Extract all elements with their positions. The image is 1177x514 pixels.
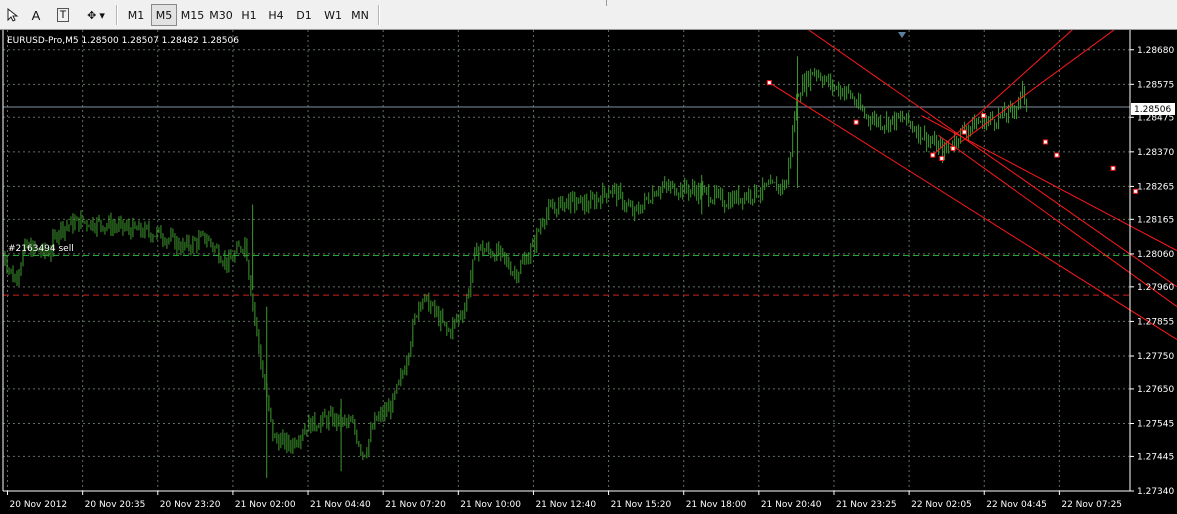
timeframe-h1[interactable]: H1 bbox=[237, 4, 261, 26]
timeframe-m1[interactable]: M1 bbox=[123, 4, 149, 26]
channel-anchor-point bbox=[766, 80, 772, 86]
y-tick-label: 1.27650 bbox=[1137, 385, 1174, 395]
text-tool-icon[interactable]: A bbox=[27, 4, 45, 26]
text-label-glyph: T bbox=[56, 8, 70, 22]
y-tick-label: 1.28165 bbox=[1137, 215, 1174, 225]
x-tick-label: 21 Nov 02:00 bbox=[235, 500, 296, 510]
y-tick-label: 1.28575 bbox=[1137, 80, 1174, 90]
x-tick-label: 22 Nov 02:05 bbox=[911, 500, 972, 510]
channel-anchor-point bbox=[930, 152, 936, 158]
y-tick-label: 1.28265 bbox=[1137, 182, 1174, 192]
channel-anchor-point bbox=[1042, 139, 1048, 145]
channel-anchor-point bbox=[950, 146, 956, 152]
x-tick-label: 22 Nov 04:45 bbox=[986, 500, 1047, 510]
x-tick-label: 21 Nov 18:00 bbox=[686, 500, 747, 510]
x-tick-label: 21 Nov 04:40 bbox=[310, 500, 371, 510]
chart-toolbar: A T ✥ ▾ M1 M5 M15 M30 H1 H4 D1 W1 MN bbox=[0, 0, 1177, 30]
chart-canvas[interactable]: 20 Nov 2012 20 Nov 20:35 20 Nov 23:20 21 No… bbox=[0, 30, 1177, 514]
price-chart[interactable]: 20 Nov 2012 20 Nov 20:35 20 Nov 23:20 21 No… bbox=[0, 30, 1177, 514]
y-tick-label: 1.27960 bbox=[1137, 283, 1174, 293]
timeframe-mn[interactable]: MN bbox=[347, 4, 373, 26]
y-tick-label: 1.27750 bbox=[1137, 352, 1174, 362]
y-tick-label: 1.27855 bbox=[1137, 317, 1174, 327]
toolbar-end-edge bbox=[606, 0, 607, 6]
toolbar-separator-end bbox=[378, 5, 380, 25]
timeframe-h4[interactable]: H4 bbox=[264, 4, 288, 26]
x-tick-label: 21 Nov 20:40 bbox=[761, 500, 822, 510]
channel-anchor-point bbox=[939, 155, 945, 161]
toolbar-separator bbox=[116, 5, 118, 25]
current-price-tag: 1.28506 bbox=[1131, 103, 1175, 115]
channel-anchor-point bbox=[853, 119, 859, 125]
shapes-tool-icon[interactable]: ✥ ▾ bbox=[82, 4, 110, 26]
channel-anchor-point bbox=[980, 113, 986, 119]
x-tick-label: 21 Nov 12:40 bbox=[535, 500, 596, 510]
y-tick-label: 1.27545 bbox=[1137, 419, 1174, 429]
x-tick-label: 20 Nov 20:35 bbox=[85, 500, 146, 510]
x-tick-label: 21 Nov 10:00 bbox=[460, 500, 521, 510]
x-tick-label: 22 Nov 07:25 bbox=[1061, 500, 1122, 510]
text-label-tool-icon[interactable]: T bbox=[54, 4, 72, 26]
channel-anchor-point bbox=[1110, 165, 1116, 171]
channel-anchor-point bbox=[1054, 152, 1060, 158]
x-tick-label: 20 Nov 23:20 bbox=[160, 500, 221, 510]
y-tick-label: 1.27340 bbox=[1137, 487, 1174, 497]
x-tick-label: 21 Nov 23:25 bbox=[836, 500, 897, 510]
chart-background bbox=[0, 30, 1177, 514]
x-tick-label: 21 Nov 15:20 bbox=[611, 500, 672, 510]
y-tick-label: 1.28680 bbox=[1137, 46, 1174, 56]
x-tick-label: 20 Nov 2012 bbox=[10, 500, 68, 510]
arrow-tool-icon[interactable] bbox=[4, 4, 22, 26]
timeframe-d1[interactable]: D1 bbox=[292, 4, 316, 26]
current-price-text: 1.28506 bbox=[1134, 105, 1171, 115]
timeframe-m5[interactable]: M5 bbox=[151, 4, 177, 26]
x-tick-label: 21 Nov 07:20 bbox=[385, 500, 446, 510]
y-tick-label: 1.28370 bbox=[1137, 148, 1174, 158]
y-tick-label: 1.28060 bbox=[1137, 250, 1174, 260]
order-label: #2163494 sell bbox=[8, 244, 74, 254]
timeframe-m15[interactable]: M15 bbox=[179, 4, 206, 26]
channel-anchor-point bbox=[961, 129, 967, 135]
y-tick-label: 1.27445 bbox=[1137, 452, 1174, 462]
timeframe-m30[interactable]: M30 bbox=[207, 4, 235, 26]
timeframe-w1[interactable]: W1 bbox=[320, 4, 346, 26]
chart-header: EURUSD-Pro,M5 1.28500 1.28507 1.28482 1.… bbox=[7, 36, 239, 46]
